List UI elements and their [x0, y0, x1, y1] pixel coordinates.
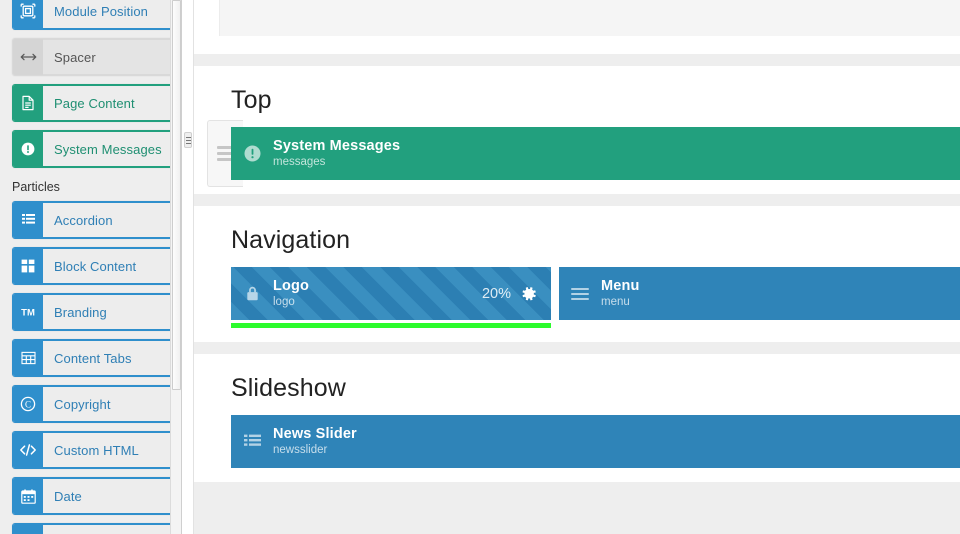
section-title: Navigation	[231, 226, 351, 254]
sidebar-item-branding[interactable]: TM Branding	[12, 293, 174, 331]
alert-circle-icon	[231, 144, 273, 163]
grip-line	[185, 136, 191, 138]
block-text: News Slider newsslider	[273, 426, 357, 457]
sidebar-scrollbar-thumb[interactable]	[172, 0, 181, 390]
list-icon	[231, 434, 273, 449]
block-text: Menu menu	[601, 278, 639, 309]
block-text: Logo logo	[273, 278, 309, 309]
block-content-icon	[13, 248, 43, 284]
hamburger-icon	[559, 287, 601, 301]
code-icon	[13, 432, 43, 468]
sidebar-item-block-content[interactable]: Block Content	[12, 247, 174, 285]
sidebar-item-label: Content Tabs	[43, 340, 173, 376]
sidebar-item-spacer[interactable]: Spacer	[12, 38, 174, 76]
section-title: Top	[231, 86, 272, 114]
sidebar-item-partial[interactable]	[12, 523, 174, 534]
section-previous-partial	[194, 0, 960, 54]
sidebar-scrollbar[interactable]	[170, 0, 182, 534]
gantry-layout-manager: Module Position Spacer Page Content Syst…	[0, 0, 960, 534]
sidebar-item-label: Date	[43, 478, 173, 514]
sidebar-item-label	[43, 524, 173, 534]
sidebar-item-label: System Messages	[43, 131, 173, 167]
block-size-percent: 20%	[481, 285, 511, 302]
layout-section-top: Top System Messages messages	[194, 66, 960, 194]
sidebar-item-system-messages[interactable]: System Messages	[12, 130, 174, 168]
layout-block-system-messages[interactable]: System Messages messages	[231, 127, 960, 180]
layout-block-menu[interactable]: Menu menu	[559, 267, 960, 320]
grip-line	[185, 142, 191, 144]
sidebar-item-page-content[interactable]: Page Content	[12, 84, 174, 122]
sidebar-item-label: Custom HTML	[43, 432, 173, 468]
sidebar-item-date[interactable]: Date	[12, 477, 174, 515]
block-text: System Messages messages	[273, 138, 400, 169]
sidebar-item-content-tabs[interactable]: Content Tabs	[12, 339, 174, 377]
placeholder-icon	[13, 524, 43, 534]
sidebar-item-label: Module Position	[43, 0, 173, 29]
block-subtitle: logo	[273, 295, 295, 308]
calendar-icon	[13, 478, 43, 514]
sidebar-scroll-content: Module Position Spacer Page Content Syst…	[0, 0, 182, 534]
block-resize-indicator[interactable]	[231, 323, 551, 328]
block-title: System Messages	[273, 138, 401, 155]
layout-block-logo[interactable]: Logo logo 20%	[231, 267, 551, 320]
particles-heading: Particles	[12, 180, 60, 194]
splitter-grip-handle[interactable]	[184, 132, 192, 148]
svg-text:C: C	[25, 399, 31, 409]
sidebar-item-label: Block Content	[43, 248, 173, 284]
blocks-row: News Slider newsslider	[194, 415, 960, 468]
sidebar-item-module-position[interactable]: Module Position	[12, 0, 174, 30]
layout-section-slideshow: Slideshow News Slider newsslider	[194, 354, 960, 482]
sidebar-item-label: Page Content	[43, 85, 173, 121]
page-content-icon	[13, 85, 43, 121]
sidebar-item-label: Branding	[43, 294, 173, 330]
spacer-icon	[13, 39, 43, 75]
sidebar-item-label: Spacer	[43, 39, 173, 75]
blocks-row: Logo logo 20% Menu menu	[194, 267, 960, 320]
system-messages-icon	[13, 131, 43, 167]
sidebar-item-accordion[interactable]: Accordion	[12, 201, 174, 239]
module-position-icon	[13, 0, 43, 29]
sidebar-item-label: Copyright	[43, 386, 173, 422]
empty-drop-zone[interactable]	[219, 0, 960, 36]
branding-tm-icon: TM	[13, 294, 43, 330]
particles-sidebar: Module Position Spacer Page Content Syst…	[0, 0, 182, 534]
lock-icon	[231, 285, 273, 302]
blocks-row: System Messages messages	[194, 120, 960, 187]
layout-block-news-slider[interactable]: News Slider newsslider	[231, 415, 960, 468]
grip-line	[185, 139, 191, 141]
sidebar-item-label: Accordion	[43, 202, 173, 238]
sidebar-item-copyright[interactable]: C Copyright	[12, 385, 174, 423]
layout-canvas: Top System Messages messages Navigation …	[194, 0, 960, 534]
copyright-icon: C	[13, 386, 43, 422]
panel-splitter[interactable]	[182, 0, 194, 534]
section-title: Slideshow	[231, 374, 346, 402]
block-gutter	[551, 267, 559, 320]
block-title: News Slider	[273, 426, 357, 443]
block-subtitle: messages	[273, 155, 326, 168]
block-size-controls: 20%	[482, 285, 551, 302]
block-drag-wrapper: System Messages messages	[207, 120, 960, 187]
accordion-icon	[13, 202, 43, 238]
layout-scroll-content: Top System Messages messages Navigation …	[194, 0, 960, 494]
svg-text:TM: TM	[21, 307, 35, 318]
sidebar-item-custom-html[interactable]: Custom HTML	[12, 431, 174, 469]
content-tabs-icon	[13, 340, 43, 376]
block-subtitle: menu	[601, 295, 630, 308]
gear-icon[interactable]	[520, 285, 537, 302]
block-title: Logo	[273, 278, 310, 295]
block-title: Menu	[601, 278, 640, 295]
block-subtitle: newsslider	[273, 443, 328, 456]
layout-section-navigation: Navigation Logo logo 20% Menu menu	[194, 206, 960, 342]
